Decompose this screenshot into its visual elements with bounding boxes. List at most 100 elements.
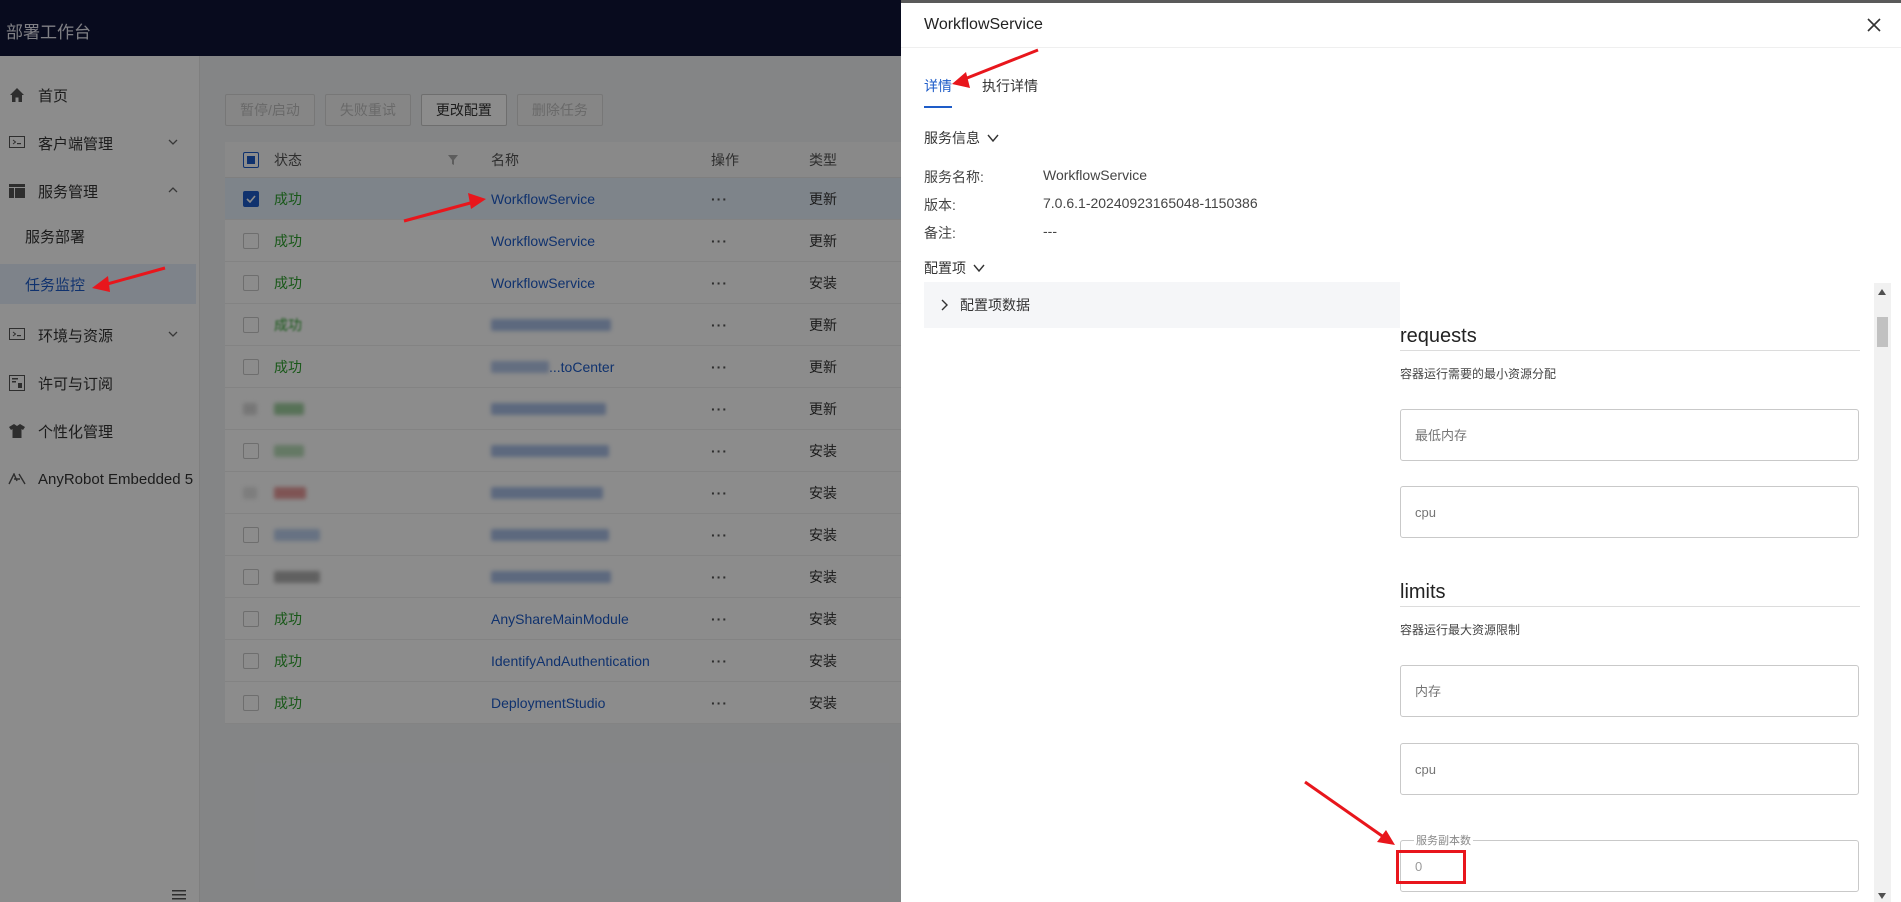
more-actions-button[interactable]: ··· — [711, 640, 728, 681]
table-row[interactable]: 成功 WorkflowService ··· 更新 — [225, 220, 901, 262]
service-name-link[interactable]: DeploymentStudio — [491, 682, 605, 723]
scroll-up-icon[interactable] — [1878, 289, 1886, 295]
sidebar-item-service-deploy[interactable]: 服务部署 — [0, 216, 196, 256]
row-checkbox[interactable] — [243, 190, 259, 207]
table-row[interactable]: ··· 安装 — [225, 556, 901, 598]
table-header: 状态 名称 操作 类型 — [225, 142, 901, 178]
sidebar-item-license[interactable]: 许可与订阅 — [0, 362, 200, 404]
table-row[interactable]: ··· 安装 — [225, 430, 901, 472]
row-checkbox[interactable] — [243, 274, 259, 291]
partially-redacted-name[interactable]: ...toCenter — [491, 346, 614, 387]
chevron-down-icon — [973, 264, 985, 273]
service-name-link[interactable]: ...toCenter — [549, 359, 614, 375]
redacted-status — [274, 556, 320, 597]
config-form: requests 容器运行需要的最小资源分配 limits 容器运行最大资源限制… — [1400, 283, 1874, 902]
row-checkbox[interactable] — [243, 652, 259, 669]
status-text: 成功 — [274, 652, 302, 669]
row-checkbox[interactable] — [243, 232, 259, 249]
chevron-down-icon — [168, 331, 178, 337]
requests-cpu-input[interactable] — [1400, 486, 1859, 538]
row-checkbox[interactable] — [243, 610, 259, 627]
service-name-link[interactable]: AnyShareMainModule — [491, 598, 629, 639]
more-actions-button[interactable]: ··· — [711, 430, 728, 471]
limits-description: 容器运行最大资源限制 — [1400, 623, 1521, 637]
more-actions-button[interactable]: ··· — [711, 388, 728, 429]
client-icon — [8, 134, 26, 152]
more-actions-button[interactable]: ··· — [711, 262, 728, 303]
field-label: 服务名称: — [924, 169, 984, 185]
annotation-highlight-box — [1396, 850, 1466, 884]
more-actions-button[interactable]: ··· — [711, 178, 728, 219]
table-row[interactable]: 成功 ··· 更新 — [225, 304, 901, 346]
row-checkbox[interactable] — [243, 442, 259, 459]
row-checkbox[interactable] — [243, 694, 259, 711]
more-actions-button[interactable]: ··· — [711, 346, 728, 387]
table-row[interactable]: ··· 更新 — [225, 388, 901, 430]
field-label: 版本: — [924, 197, 956, 213]
requests-heading: requests — [1400, 325, 1860, 351]
tab-details[interactable]: 详情 — [924, 76, 952, 108]
sidebar-item-task-monitor[interactable]: 任务监控 — [0, 264, 196, 304]
task-type: 安装 — [809, 526, 837, 543]
select-all-checkbox[interactable] — [243, 151, 259, 168]
column-header-type: 类型 — [809, 151, 837, 168]
row-checkbox[interactable] — [243, 526, 259, 543]
table-row[interactable]: 成功 WorkflowService ··· 更新 — [225, 178, 901, 220]
more-actions-button[interactable]: ··· — [711, 682, 728, 723]
service-name-link[interactable]: WorkflowService — [491, 178, 595, 219]
app-title: 部署工作台 — [6, 23, 91, 42]
table-row[interactable]: 成功 DeploymentStudio ··· 安装 — [225, 682, 901, 724]
retry-failed-button[interactable]: 失败重试 — [324, 94, 411, 126]
scroll-thumb[interactable] — [1877, 317, 1888, 347]
more-actions-button[interactable]: ··· — [711, 220, 728, 261]
limits-cpu-input[interactable] — [1400, 743, 1859, 795]
table-row[interactable]: ··· 安装 — [225, 472, 901, 514]
table-row[interactable]: ··· 安装 — [225, 514, 901, 556]
service-name-link[interactable]: WorkflowService — [491, 220, 595, 261]
requests-memory-input[interactable] — [1400, 409, 1859, 461]
version-value: 7.0.6.1-20240923165048-1150386 — [1043, 195, 1258, 211]
sidebar-item-client-management[interactable]: 客户端管理 — [0, 122, 200, 164]
sidebar-item-service-management[interactable]: 服务管理 — [0, 170, 200, 212]
service-name-link[interactable]: IdentifyAndAuthentication — [491, 640, 650, 681]
pause-start-button[interactable]: 暂停/启动 — [225, 94, 315, 126]
task-type: 安装 — [809, 694, 837, 711]
row-checkbox[interactable] — [243, 316, 259, 333]
row-checkbox[interactable] — [243, 568, 259, 585]
change-config-button[interactable]: 更改配置 — [420, 94, 507, 126]
config-data-row[interactable]: 配置项数据 — [924, 282, 1400, 328]
tab-execution-details[interactable]: 执行详情 — [982, 76, 1038, 108]
status-text: 成功 — [274, 232, 302, 249]
more-actions-button[interactable]: ··· — [711, 304, 728, 345]
filter-icon[interactable] — [447, 154, 459, 166]
sidebar-item-anyrobot[interactable]: AnyRobot Embedded 5 — [0, 458, 200, 500]
drawer-header: WorkflowService — [901, 3, 1901, 48]
column-header-actions: 操作 — [711, 151, 739, 168]
scroll-down-icon[interactable] — [1878, 893, 1886, 899]
config-toggle[interactable]: 配置项 — [924, 258, 986, 278]
table-row[interactable]: 成功 IdentifyAndAuthentication ··· 安装 — [225, 640, 901, 682]
table-row[interactable]: 成功 AnyShareMainModule ··· 安装 — [225, 598, 901, 640]
table-row[interactable]: 成功 WorkflowService ··· 安装 — [225, 262, 901, 304]
sidebar-item-home[interactable]: 首页 — [0, 74, 200, 116]
section-heading: 配置项 — [924, 260, 966, 276]
service-icon — [8, 182, 26, 200]
more-actions-button[interactable]: ··· — [711, 472, 728, 513]
status-text: 成功 — [274, 190, 302, 207]
service-name-link[interactable]: WorkflowService — [491, 262, 595, 303]
more-actions-button[interactable]: ··· — [711, 598, 728, 639]
limits-memory-input[interactable] — [1400, 665, 1859, 717]
sidebar-item-environment[interactable]: 环境与资源 — [0, 314, 200, 356]
table-row[interactable]: 成功 ...toCenter ··· 更新 — [225, 346, 901, 388]
menu-collapse-icon[interactable] — [172, 890, 186, 900]
more-actions-button[interactable]: ··· — [711, 514, 728, 555]
close-icon[interactable] — [1865, 16, 1883, 34]
row-checkbox[interactable] — [243, 358, 259, 375]
more-actions-button[interactable]: ··· — [711, 556, 728, 597]
service-info-toggle[interactable]: 服务信息 — [924, 128, 1000, 148]
status-text: 成功 — [274, 274, 302, 291]
redacted-name — [491, 430, 609, 471]
form-scrollbar[interactable] — [1874, 283, 1891, 902]
delete-task-button[interactable]: 删除任务 — [516, 94, 603, 126]
sidebar-item-personalize[interactable]: 个性化管理 — [0, 410, 200, 452]
